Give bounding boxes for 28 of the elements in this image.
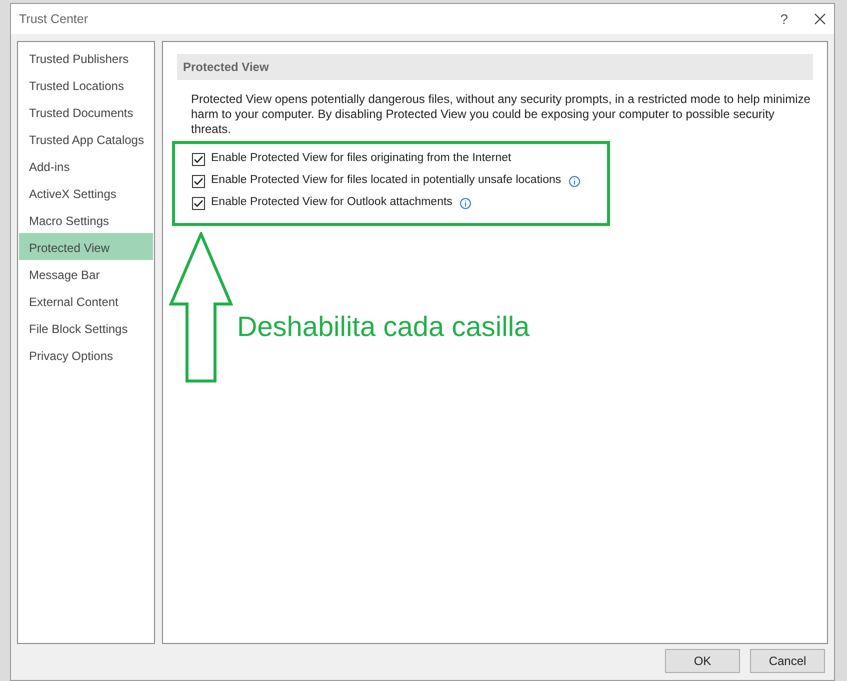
help-button[interactable]: ?: [780, 8, 788, 30]
checkbox-label: Enable Protected View for files originating from the Internet: [211, 151, 512, 166]
sidebar-item[interactable]: External Content: [19, 287, 153, 314]
sidebar-item[interactable]: Trusted Publishers: [19, 44, 153, 71]
sidebar-item[interactable]: File Block Settings: [19, 314, 153, 341]
sidebar-item[interactable]: Trusted Documents: [19, 98, 153, 125]
sidebar-item[interactable]: Trusted Locations: [19, 71, 153, 98]
checkbox-label: Enable Protected View for files located in potentially unsafe locations: [211, 173, 562, 188]
cancel-button[interactable]: Cancel: [750, 649, 825, 673]
sidebar-item[interactable]: Add-ins: [19, 152, 153, 179]
checkbox[interactable]: [192, 152, 205, 166]
sidebar-item[interactable]: Protected View: [19, 233, 153, 260]
ok-button[interactable]: OK: [665, 649, 740, 673]
window-title: Trust Center: [19, 10, 88, 28]
sidebar-item[interactable]: Macro Settings: [19, 206, 153, 233]
checkbox-label: Enable Protected View for Outlook attachments: [211, 195, 452, 210]
checkbox[interactable]: [192, 196, 205, 210]
sidebar-item[interactable]: Privacy Options: [19, 341, 153, 368]
info-icon[interactable]: [569, 176, 580, 186]
annotation-text: Deshabilita cada casilla: [237, 310, 530, 344]
info-icon[interactable]: [460, 198, 472, 208]
section-heading: Protected View: [177, 54, 813, 80]
checkbox[interactable]: [192, 174, 205, 188]
sidebar-item[interactable]: ActiveX Settings: [19, 179, 153, 206]
sidebar-item[interactable]: Message Bar: [19, 260, 153, 287]
close-icon[interactable]: [814, 13, 826, 25]
sidebar-item[interactable]: Trusted App Catalogs: [19, 125, 153, 152]
description-text: Protected View opens potentially dangerous files, without any security prompts, in a restricted mode to help minimize harm to your computer. By disabling Protected View you could be exposing your computer to possible security threats.: [191, 92, 812, 137]
